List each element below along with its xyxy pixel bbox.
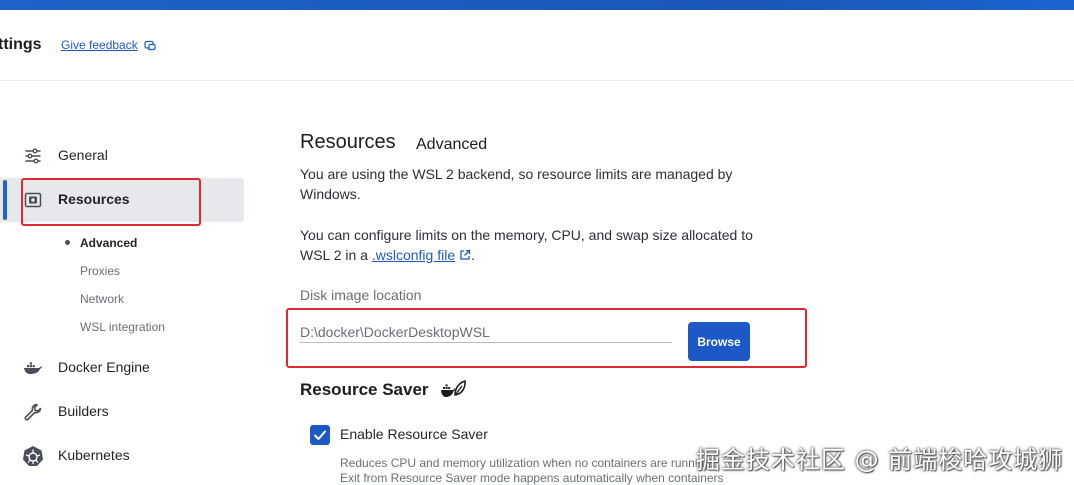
resource-saver-leaf-icon [441, 380, 466, 397]
enable-resource-saver-label[interactable]: Enable Resource Saver [340, 426, 488, 442]
highlight-box-resources [21, 178, 201, 226]
enable-resource-saver-checkbox[interactable] [310, 425, 330, 445]
disk-image-location-label: Disk image location [300, 287, 422, 303]
active-indicator [3, 180, 7, 220]
whale-icon [22, 358, 44, 378]
highlight-box-disk-location [286, 308, 807, 368]
wsl-backend-notice: You are using the WSL 2 backend, so reso… [300, 166, 733, 202]
wslconfig-notice-text: You can configure limits on the memory, … [300, 227, 753, 263]
sidebar-item-kubernetes[interactable]: Kubernetes [0, 434, 244, 478]
external-link-icon[interactable] [459, 249, 471, 261]
give-feedback-link[interactable]: Give feedback [61, 38, 138, 52]
wslconfig-notice: You can configure limits on the memory, … [300, 225, 770, 265]
sliders-icon [22, 146, 44, 166]
sidebar-item-label: Docker Engine [58, 359, 150, 375]
feedback-icon[interactable] [144, 40, 156, 52]
active-subitem-bullet [65, 240, 70, 245]
section-heading-resources: Resources [300, 131, 396, 153]
subitem-network[interactable]: Network [80, 292, 124, 306]
subitem-wsl-integration[interactable]: WSL integration [80, 320, 165, 334]
tab-advanced[interactable]: Advanced [416, 136, 487, 154]
resource-saver-description-line1: Reduces CPU and memory utilization when … [340, 456, 715, 470]
sidebar-item-label: General [58, 147, 108, 163]
page-title: ttings [0, 36, 42, 53]
window-top-bar [0, 0, 1074, 10]
settings-header: ttings Give feedback [0, 10, 1074, 81]
sidebar-item-docker-engine[interactable]: Docker Engine [0, 346, 244, 390]
watermark-text: 掘金技术社区 @ 前端梭哈攻城狮 [696, 446, 1064, 474]
sidebar-item-label: Kubernetes [58, 447, 130, 463]
sidebar-item-general[interactable]: General [0, 134, 244, 178]
checkmark-icon [314, 430, 326, 440]
sidebar-item-label: Builders [58, 403, 109, 419]
helm-wheel-icon [22, 446, 44, 466]
resource-saver-heading: Resource Saver [300, 380, 429, 399]
wrench-icon [22, 402, 44, 422]
wslconfig-notice-suffix: . [471, 247, 476, 263]
resource-saver-description-line2: Exit from Resource Saver mode happens au… [340, 471, 724, 485]
wslconfig-file-link[interactable]: .wslconfig file [372, 247, 455, 263]
subitem-proxies[interactable]: Proxies [80, 264, 120, 278]
subitem-advanced[interactable]: Advanced [80, 236, 137, 250]
sidebar-item-builders[interactable]: Builders [0, 390, 244, 434]
